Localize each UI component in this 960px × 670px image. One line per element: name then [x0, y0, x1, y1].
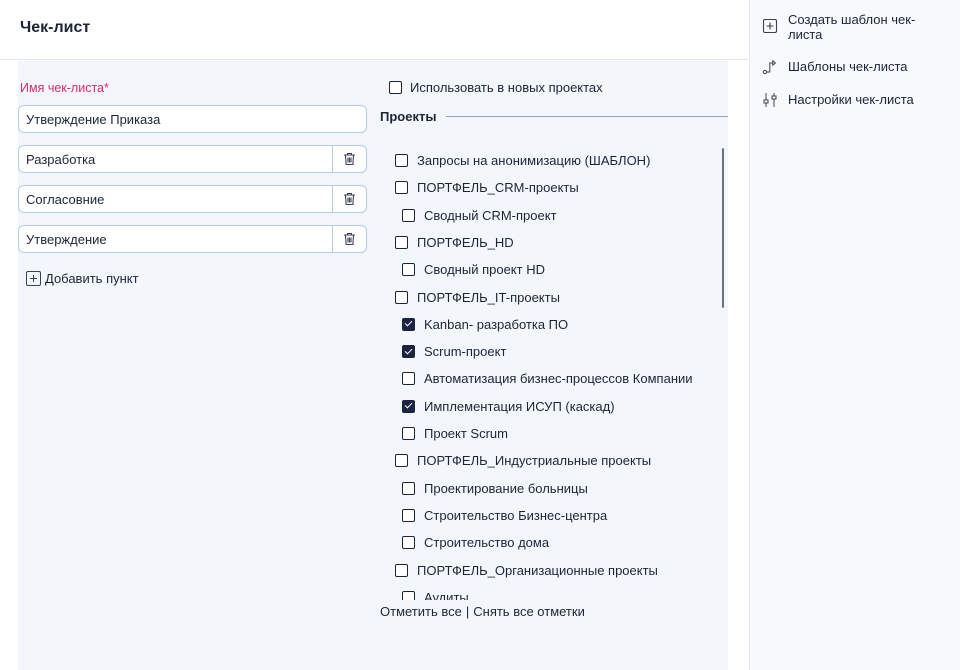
delete-item-button[interactable]	[333, 225, 367, 253]
project-item[interactable]: Сводный проект HD	[402, 262, 545, 277]
project-label: Проект Scrum	[424, 426, 508, 441]
project-checkbox[interactable]	[402, 508, 415, 522]
project-item[interactable]: Имплементация ИСУП (каскад)	[402, 399, 615, 414]
project-checkbox[interactable]	[395, 290, 408, 304]
project-item[interactable]: Сводный CRM-проект	[402, 208, 557, 223]
project-label: Сводный CRM-проект	[424, 207, 557, 223]
project-label: Kanban- разработка ПО	[424, 316, 569, 332]
project-checkbox[interactable]	[402, 427, 415, 440]
trash-icon	[344, 232, 355, 246]
project-checkbox[interactable]	[395, 181, 408, 195]
project-item[interactable]: Kanban- разработка ПО	[402, 317, 568, 332]
project-label: Проектирование больницы	[424, 480, 588, 496]
plus-square-icon	[762, 18, 778, 34]
page-header: Чек-лист	[0, 0, 748, 60]
project-item[interactable]: Строительство дома	[402, 535, 549, 550]
project-label: Имплементация ИСУП (каскад)	[424, 398, 615, 414]
project-item[interactable]: Запросы на анонимизацию (ШАБЛОН)	[395, 153, 650, 168]
checklist-name-input[interactable]	[18, 105, 367, 133]
project-label: Автоматизация бизнес-процессов Компании	[424, 371, 693, 387]
project-item[interactable]: Аудиты	[402, 590, 469, 600]
project-checkbox[interactable]	[402, 345, 415, 359]
project-checkbox[interactable]	[395, 154, 408, 167]
sliders-icon	[763, 93, 777, 107]
trash-icon	[344, 192, 355, 206]
projects-divider	[446, 116, 728, 117]
use-in-new-projects-checkbox[interactable]	[389, 81, 402, 94]
projects-list[interactable]: Запросы на анонимизацию (ШАБЛОН) ПОРТФЕЛЬ…	[380, 146, 725, 600]
project-label: Сводный проект HD	[424, 262, 545, 278]
project-checkbox[interactable]	[402, 208, 415, 222]
use-in-new-projects-option[interactable]: Использовать в новых проектах	[389, 80, 603, 95]
select-actions: Отметить все | Снять все отметки	[380, 604, 585, 619]
project-checkbox[interactable]	[402, 263, 415, 277]
project-label: Строительство дома	[424, 535, 550, 551]
select-all-link[interactable]: Отметить все	[380, 604, 462, 619]
delete-item-button[interactable]	[333, 185, 367, 213]
project-item[interactable]: ПОРТФЕЛЬ_Индустриальные проекты	[395, 453, 651, 468]
project-item[interactable]: ПОРТФЕЛЬ_CRM-проекты	[395, 180, 579, 195]
sidebar-item-label: Настройки чек-листа	[788, 92, 914, 107]
checklist-item-input[interactable]	[18, 185, 333, 213]
sidebar-item-create-template[interactable]: Создать шаблон чек-листа	[762, 12, 938, 42]
project-checkbox[interactable]	[395, 235, 408, 249]
project-checkbox[interactable]	[402, 399, 415, 413]
delete-item-button[interactable]	[333, 145, 367, 173]
project-checkbox[interactable]	[395, 563, 408, 577]
project-label: Строительство Бизнес-центра	[424, 507, 608, 523]
project-checkbox[interactable]	[402, 590, 415, 600]
project-item[interactable]: Автоматизация бизнес-процессов Компании	[402, 371, 693, 386]
project-item[interactable]: ПОРТФЕЛЬ_IT-проекты	[395, 290, 560, 305]
project-checkbox[interactable]	[402, 536, 415, 550]
project-item[interactable]: Строительство Бизнес-центра	[402, 508, 607, 523]
sidebar-item-label: Шаблоны чек-листа	[788, 59, 908, 74]
use-in-new-projects-label: Использовать в новых проектах	[410, 80, 603, 95]
sidebar-item-templates[interactable]: Шаблоны чек-листа	[762, 59, 938, 75]
project-item[interactable]: ПОРТФЕЛЬ_HD	[395, 235, 514, 250]
project-label: ПОРТФЕЛЬ_IT-проекты	[417, 289, 560, 305]
project-label: Запросы на анонимизацию (ШАБЛОН)	[417, 153, 651, 168]
project-label: ПОРТФЕЛЬ_Организационные проекты	[417, 562, 658, 578]
project-checkbox[interactable]	[395, 454, 408, 468]
project-label: Аудиты	[424, 589, 469, 600]
projects-title: Проекты	[380, 109, 437, 124]
projects-scrollbar[interactable]	[722, 148, 724, 308]
page-title: Чек-лист	[20, 19, 91, 36]
project-item[interactable]: Проект Scrum	[402, 426, 508, 441]
project-checkbox[interactable]	[402, 317, 415, 331]
project-checkbox[interactable]	[402, 481, 415, 495]
add-item-button[interactable]: Добавить пункт	[26, 271, 139, 286]
checklist-item-row	[18, 225, 367, 253]
project-item[interactable]: Проектирование больницы	[402, 481, 588, 496]
route-icon	[762, 59, 777, 75]
sidebar-item-settings[interactable]: Настройки чек-листа	[762, 92, 938, 108]
project-checkbox[interactable]	[402, 372, 415, 386]
project-label: ПОРТФЕЛЬ_Индустриальные проекты	[417, 453, 652, 469]
project-item[interactable]: ПОРТФЕЛЬ_Организационные проекты	[395, 563, 658, 578]
actions-separator: |	[465, 604, 470, 619]
trash-icon	[344, 152, 355, 166]
project-item[interactable]: Scrum-проект	[402, 344, 506, 359]
checklist-item-row	[18, 185, 367, 213]
project-label: Scrum-проект	[424, 344, 507, 360]
checklist-item-input[interactable]	[18, 225, 333, 253]
checklist-item-row	[18, 145, 367, 173]
checklist-name-label: Имя чек-листа*	[20, 81, 109, 95]
checklist-item-input[interactable]	[18, 145, 333, 173]
sidebar-item-label: Создать шаблон чек-листа	[788, 12, 916, 42]
deselect-all-link[interactable]: Снять все отметки	[473, 604, 585, 619]
plus-square-icon	[26, 271, 41, 286]
project-label: ПОРТФЕЛЬ_HD	[417, 234, 514, 250]
add-item-label: Добавить пункт	[45, 271, 139, 286]
project-label: ПОРТФЕЛЬ_CRM-проекты	[417, 180, 579, 196]
